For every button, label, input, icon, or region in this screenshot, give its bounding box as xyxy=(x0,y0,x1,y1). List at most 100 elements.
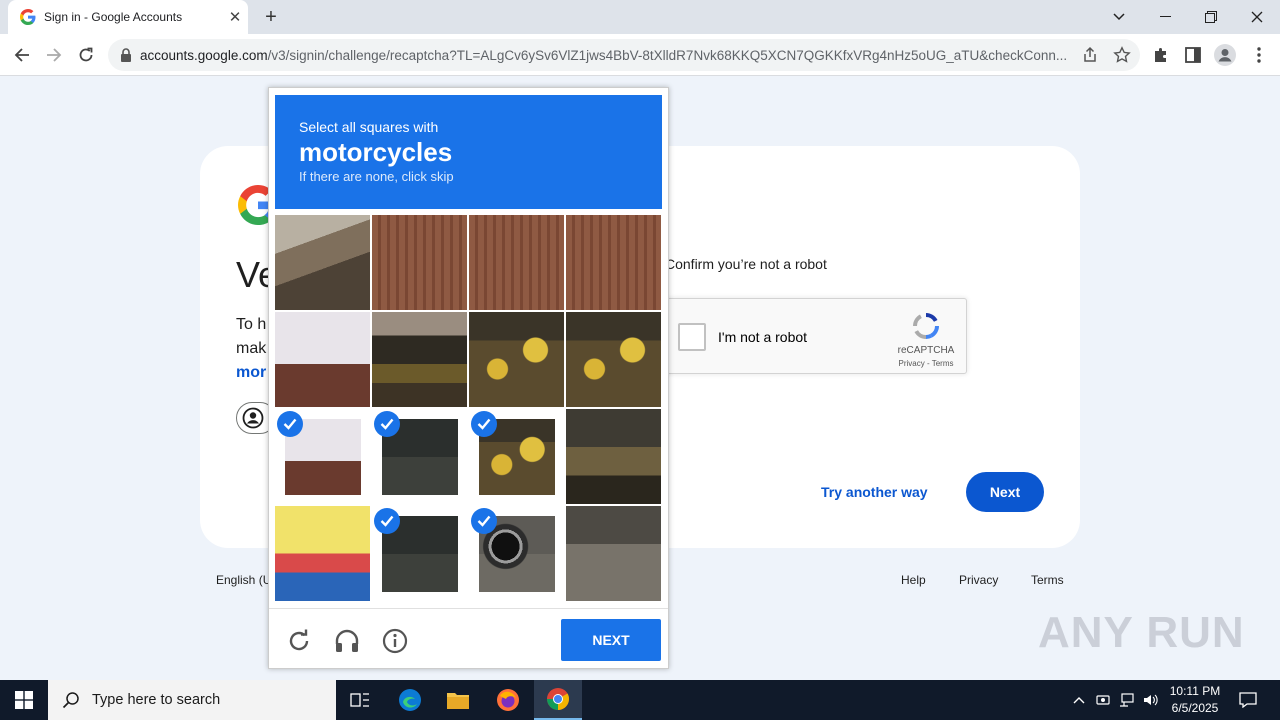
challenge-next-button[interactable]: NEXT xyxy=(561,619,661,661)
volume-icon[interactable] xyxy=(1142,680,1160,720)
selected-check-icon xyxy=(374,411,400,437)
language-selector[interactable]: English (U xyxy=(216,573,271,587)
side-panel-icon[interactable] xyxy=(1182,44,1204,66)
reload-challenge-icon[interactable] xyxy=(285,627,313,655)
windows-taskbar: Type here to search 10:11 PM 6/5/2025 xyxy=(0,680,1280,720)
try-another-way-link[interactable]: Try another way xyxy=(821,484,928,500)
challenge-tile[interactable] xyxy=(469,409,564,504)
account-circle-icon xyxy=(242,407,264,429)
recaptcha-checkbox[interactable] xyxy=(678,323,706,351)
audio-challenge-headphones-icon[interactable] xyxy=(333,627,361,655)
tile-image xyxy=(566,506,661,601)
tile-image xyxy=(275,312,370,407)
bookmark-star-icon[interactable] xyxy=(1113,46,1131,64)
windows-logo-icon xyxy=(15,691,33,709)
browser-toolbar: accounts.google.com/v3/signin/challenge/… xyxy=(0,34,1280,76)
footer-terms-link[interactable]: Terms xyxy=(1031,573,1064,587)
tile-image xyxy=(275,506,370,601)
show-hidden-icons-chevron[interactable] xyxy=(1070,680,1088,720)
clock-date: 6/5/2025 xyxy=(1171,701,1219,715)
challenge-tile[interactable] xyxy=(275,506,370,601)
tile-image xyxy=(372,312,467,407)
selected-check-icon xyxy=(471,508,497,534)
challenge-instruction: Select all squares with xyxy=(299,119,439,135)
restore-icon[interactable] xyxy=(1188,0,1234,34)
recaptcha-label: I'm not a robot xyxy=(718,329,808,345)
anyrun-watermark: ANY RUN xyxy=(1038,608,1245,657)
tile-image xyxy=(469,312,564,407)
new-tab-button[interactable]: + xyxy=(258,4,284,30)
recaptcha-logo-icon xyxy=(913,313,939,339)
challenge-tile[interactable] xyxy=(372,215,467,310)
notifications-icon[interactable] xyxy=(1234,680,1262,720)
challenge-tile[interactable] xyxy=(372,506,467,601)
recaptcha-brand: reCAPTCHA xyxy=(897,345,955,356)
next-button[interactable]: Next xyxy=(966,472,1044,512)
extensions-puzzle-icon[interactable] xyxy=(1150,44,1172,66)
learn-more-link[interactable]: mor xyxy=(236,364,266,382)
tile-image xyxy=(372,215,467,310)
challenge-tile[interactable] xyxy=(566,409,661,504)
challenge-tile[interactable] xyxy=(372,409,467,504)
search-placeholder: Type here to search xyxy=(92,692,221,708)
challenge-tile[interactable] xyxy=(275,312,370,407)
tile-image xyxy=(566,215,661,310)
minimize-icon[interactable] xyxy=(1142,0,1188,34)
lock-icon xyxy=(121,48,131,62)
tray-app-icon[interactable] xyxy=(1094,680,1112,720)
network-icon[interactable] xyxy=(1118,680,1136,720)
challenge-hint: If there are none, click skip xyxy=(299,169,454,184)
taskbar-clock[interactable]: 10:11 PM 6/5/2025 xyxy=(1160,683,1230,717)
start-button[interactable] xyxy=(0,680,48,720)
description-line: mak xyxy=(236,340,267,357)
challenge-footer: NEXT xyxy=(269,608,668,668)
tile-image xyxy=(469,215,564,310)
profile-avatar-icon[interactable] xyxy=(1214,44,1236,66)
tab-google-signin[interactable]: Sign in - Google Accounts ✕ xyxy=(8,0,248,34)
edge-browser-icon[interactable] xyxy=(386,680,434,720)
selected-check-icon xyxy=(277,411,303,437)
challenge-tile[interactable] xyxy=(566,215,661,310)
challenge-tile[interactable] xyxy=(275,409,370,504)
footer-help-link[interactable]: Help xyxy=(901,573,926,587)
close-window-icon[interactable] xyxy=(1234,0,1280,34)
tile-image xyxy=(275,215,370,310)
firefox-icon[interactable] xyxy=(484,680,532,720)
challenge-tile[interactable] xyxy=(469,312,564,407)
forward-icon[interactable] xyxy=(40,41,68,69)
challenge-tile[interactable] xyxy=(566,506,661,601)
clock-time: 10:11 PM xyxy=(1169,684,1221,698)
footer-privacy-link[interactable]: Privacy xyxy=(959,573,998,587)
google-favicon-icon xyxy=(20,9,36,25)
tab-close-icon[interactable]: ✕ xyxy=(222,8,248,26)
recaptcha-challenge: Select all squares with motorcycles If t… xyxy=(268,87,669,669)
task-view-icon[interactable] xyxy=(336,680,384,720)
tab-search-chevron-icon[interactable] xyxy=(1096,0,1142,34)
description-line: To h xyxy=(236,316,267,333)
challenge-target: motorcycles xyxy=(299,137,453,167)
tab-bar: Sign in - Google Accounts ✕ + xyxy=(0,0,1280,34)
confirm-robot-text: Confirm you’re not a robot xyxy=(665,256,827,272)
url-text: accounts.google.com/v3/signin/challenge/… xyxy=(140,47,1068,63)
share-icon[interactable] xyxy=(1081,46,1099,64)
reload-icon[interactable] xyxy=(72,41,100,69)
recaptcha-terms-link[interactable]: Privacy - Terms xyxy=(889,359,963,368)
challenge-tile[interactable] xyxy=(469,215,564,310)
challenge-header: Select all squares with motorcycles If t… xyxy=(275,95,662,209)
challenge-tile[interactable] xyxy=(275,215,370,310)
search-icon xyxy=(62,692,79,709)
back-icon[interactable] xyxy=(8,41,36,69)
challenge-tile[interactable] xyxy=(566,312,661,407)
selected-check-icon xyxy=(374,508,400,534)
tile-image xyxy=(566,409,661,504)
menu-kebab-icon[interactable] xyxy=(1248,44,1270,66)
challenge-image-grid xyxy=(275,215,662,602)
help-info-icon[interactable] xyxy=(381,627,409,655)
taskbar-search[interactable]: Type here to search xyxy=(48,680,336,720)
challenge-tile[interactable] xyxy=(469,506,564,601)
file-explorer-icon[interactable] xyxy=(434,680,482,720)
challenge-tile[interactable] xyxy=(372,312,467,407)
tile-image xyxy=(566,312,661,407)
address-bar[interactable]: accounts.google.com/v3/signin/challenge/… xyxy=(108,39,1140,71)
chrome-taskbar-icon[interactable] xyxy=(534,680,582,720)
